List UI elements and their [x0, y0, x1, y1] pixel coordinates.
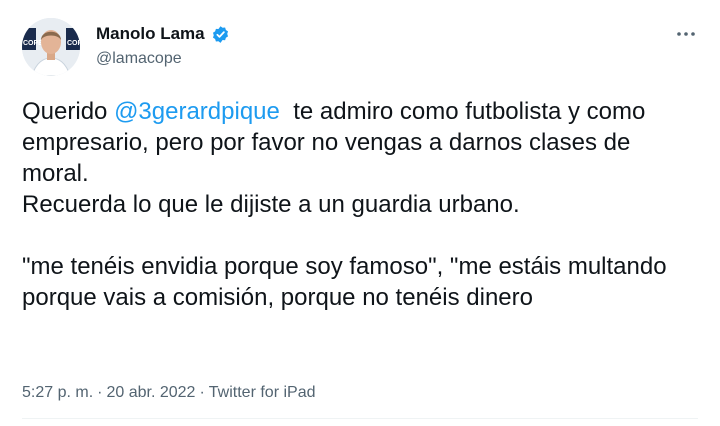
author-name-row: Manolo Lama	[96, 24, 230, 44]
tweet-metadata: 5:27 p. m. · 20 abr. 2022 · Twitter for …	[22, 384, 315, 402]
tweet-date[interactable]: 20 abr. 2022	[106, 384, 195, 402]
tweet-text-intro: Querido	[22, 98, 115, 125]
verified-badge-icon	[211, 25, 230, 44]
tweet-text: Querido @3gerardpique te admiro como fut…	[22, 96, 702, 313]
avatar-badge-text-right: COPE	[67, 40, 80, 47]
more-options-icon[interactable]	[674, 22, 698, 46]
tweet-text-body: te admiro como futbolista y como empresa…	[22, 98, 667, 311]
meta-separator: ·	[199, 384, 205, 401]
tweet-card: COPE COPE Manolo Lama @lamacope Q	[0, 0, 720, 426]
avatar[interactable]: COPE COPE	[22, 18, 80, 76]
tweet-source[interactable]: Twitter for iPad	[209, 384, 316, 402]
avatar-badge-text-left: COPE	[23, 40, 43, 47]
author-handle[interactable]: @lamacope	[96, 50, 182, 68]
mention-link[interactable]: @3gerardpique	[114, 98, 280, 125]
avatar-image: COPE COPE	[22, 18, 80, 76]
tweet-time[interactable]: 5:27 p. m.	[22, 384, 93, 402]
divider	[22, 418, 698, 419]
author-display-name[interactable]: Manolo Lama	[96, 24, 205, 44]
meta-separator: ·	[97, 384, 103, 401]
